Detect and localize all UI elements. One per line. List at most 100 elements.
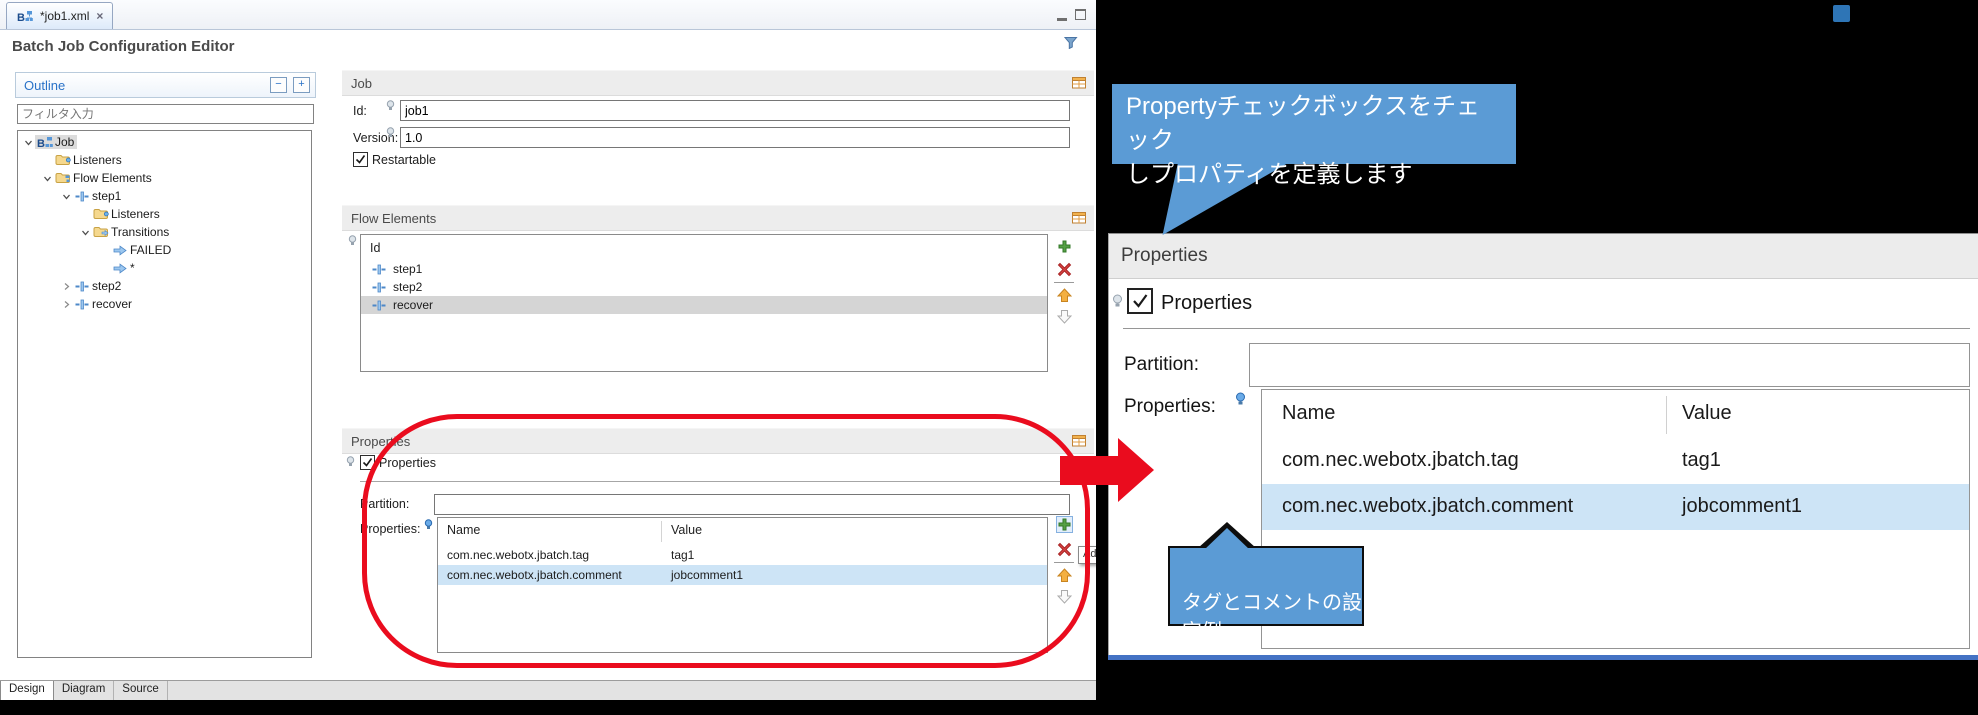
tab-job1-xml[interactable]: B *job1.xml × [6, 2, 113, 29]
callout-tag-comment-example: タグとコメントの設定例 [1168, 546, 1364, 626]
zoom-property-row-comment-selected: com.nec.webotx.jbatch.comment jobcomment… [1262, 484, 1969, 530]
tree-item-job[interactable]: B Job [18, 133, 311, 151]
zoom-partition-input [1249, 343, 1970, 387]
step-icon [73, 299, 90, 310]
corner-blue-square [1833, 5, 1850, 22]
filter-funnel-icon[interactable] [1064, 36, 1078, 54]
section-grid-icon[interactable] [1070, 211, 1087, 224]
flow-row-label: recover [393, 298, 433, 312]
tree-item-flow-elements[interactable]: Flow Elements [18, 169, 311, 187]
tab-design[interactable]: Design [0, 681, 54, 700]
zoom-properties-section-title: Properties [1121, 245, 1208, 267]
listeners-folder-icon [54, 154, 71, 166]
flow-table-header: Id [361, 235, 1047, 260]
delete-flow-element-button[interactable] [1056, 261, 1073, 278]
editor-window: B *job1.xml × Batch Job Configuration Ed… [0, 0, 1096, 700]
maximize-view-icon[interactable] [1075, 9, 1086, 20]
properties-section-header: Properties [342, 428, 1094, 454]
flow-row-recover-selected[interactable]: recover [361, 296, 1047, 314]
outline-tree: B Job Listeners Flow Elements step1 [17, 130, 312, 658]
version-input[interactable] [400, 127, 1070, 148]
chevron-expanded-icon[interactable] [22, 138, 35, 147]
chevron-expanded-icon[interactable] [60, 192, 73, 201]
chevron-expanded-icon[interactable] [41, 174, 54, 183]
tree-item-transitions[interactable]: Transitions [18, 223, 311, 241]
tree-item-label: Flow Elements [73, 171, 152, 185]
step-icon [370, 282, 387, 293]
tree-item-step2[interactable]: step2 [18, 277, 311, 295]
outline-filter-input[interactable] [17, 104, 314, 124]
property-row-comment-selected[interactable]: com.nec.webotx.jbatch.comment jobcomment… [438, 565, 1047, 585]
collapse-all-button[interactable]: − [270, 77, 287, 93]
job-section-header: Job [342, 70, 1094, 96]
outline-header: Outline − + [15, 72, 316, 98]
section-divider [360, 481, 1070, 482]
property-row-tag[interactable]: com.nec.webotx.jbatch.tag tag1 [438, 545, 1047, 565]
move-down-button[interactable] [1056, 308, 1073, 325]
page-title: Batch Job Configuration Editor [12, 38, 235, 55]
partition-label: Partition: [360, 497, 409, 511]
tree-item-wildcard[interactable]: * [18, 259, 311, 277]
section-grid-icon[interactable] [1070, 76, 1087, 89]
tree-item-label: Listeners [73, 153, 122, 167]
zoom-column-divider [1666, 396, 1667, 434]
property-value-cell: jobcomment1 [671, 568, 743, 582]
zoom-property-name-cell: com.nec.webotx.jbatch.comment [1282, 495, 1573, 518]
value-column-header: Value [671, 523, 702, 537]
callout-property-checkbox: Propertyチェックボックスをチェック しプロパティを定義します [1112, 84, 1516, 164]
properties-table-buttons [1054, 516, 1074, 605]
flow-elements-table: Id step1 step2 recover [360, 234, 1048, 372]
zoom-properties-table: Name Value com.nec.webotx.jbatch.tag tag… [1261, 389, 1970, 649]
chevron-collapsed-icon[interactable] [60, 300, 73, 309]
properties-blue-bulb-icon [424, 518, 433, 536]
partition-input[interactable] [434, 494, 1070, 515]
column-divider[interactable] [661, 521, 662, 542]
move-up-button[interactable] [1056, 567, 1073, 584]
zoom-properties-table-header: Name Value [1262, 390, 1969, 438]
expand-all-button[interactable]: + [293, 77, 310, 93]
tree-item-label: recover [92, 297, 132, 311]
tab-close-icon[interactable]: × [96, 9, 103, 23]
step-icon [370, 264, 387, 275]
id-input[interactable] [400, 100, 1070, 121]
tree-item-failed[interactable]: FAILED [18, 241, 311, 259]
minimize-view-icon[interactable] [1057, 9, 1067, 21]
tree-item-listeners[interactable]: Listeners [18, 151, 311, 169]
delete-property-button[interactable] [1056, 541, 1073, 558]
flow-row-label: step2 [393, 280, 422, 294]
chevron-collapsed-icon[interactable] [60, 282, 73, 291]
callout-text: タグとコメントの設定例 [1182, 586, 1362, 644]
move-up-button[interactable] [1056, 287, 1073, 304]
tab-source[interactable]: Source [114, 681, 167, 700]
add-button-tooltip: Add [1078, 546, 1096, 564]
tree-item-step1[interactable]: step1 [18, 187, 311, 205]
outline-title: Outline [24, 78, 65, 93]
flow-section-title: Flow Elements [351, 211, 436, 226]
properties-checkbox[interactable] [360, 455, 375, 470]
flow-table-buttons [1054, 238, 1074, 325]
callout-tail-fill [1204, 528, 1250, 550]
tree-item-label: Job [55, 135, 74, 149]
section-grid-icon[interactable] [1070, 434, 1087, 447]
move-down-button[interactable] [1056, 588, 1073, 605]
step-icon [370, 300, 387, 311]
properties-table-header: Name Value [438, 518, 1047, 545]
tab-diagram[interactable]: Diagram [54, 681, 114, 700]
chevron-expanded-icon[interactable] [79, 228, 92, 237]
flow-row-step1[interactable]: step1 [361, 260, 1047, 278]
tree-item-recover[interactable]: recover [18, 295, 311, 313]
svg-text:B: B [37, 138, 45, 149]
flow-row-step2[interactable]: step2 [361, 278, 1047, 296]
name-column-header: Name [447, 523, 480, 537]
properties-table-label: Properties: [360, 522, 420, 536]
id-label: Id: [353, 104, 367, 118]
add-property-button[interactable] [1056, 516, 1073, 533]
transitions-folder-icon [92, 226, 109, 238]
tree-item-step1-listeners[interactable]: Listeners [18, 205, 311, 223]
zoom-section-divider [1123, 328, 1970, 329]
editor-tab-bar: B *job1.xml × [0, 0, 1096, 30]
version-hint-bulb-icon [386, 126, 395, 144]
job-section-title: Job [351, 76, 372, 91]
restartable-checkbox[interactable] [353, 152, 368, 167]
add-flow-element-button[interactable] [1056, 238, 1073, 255]
